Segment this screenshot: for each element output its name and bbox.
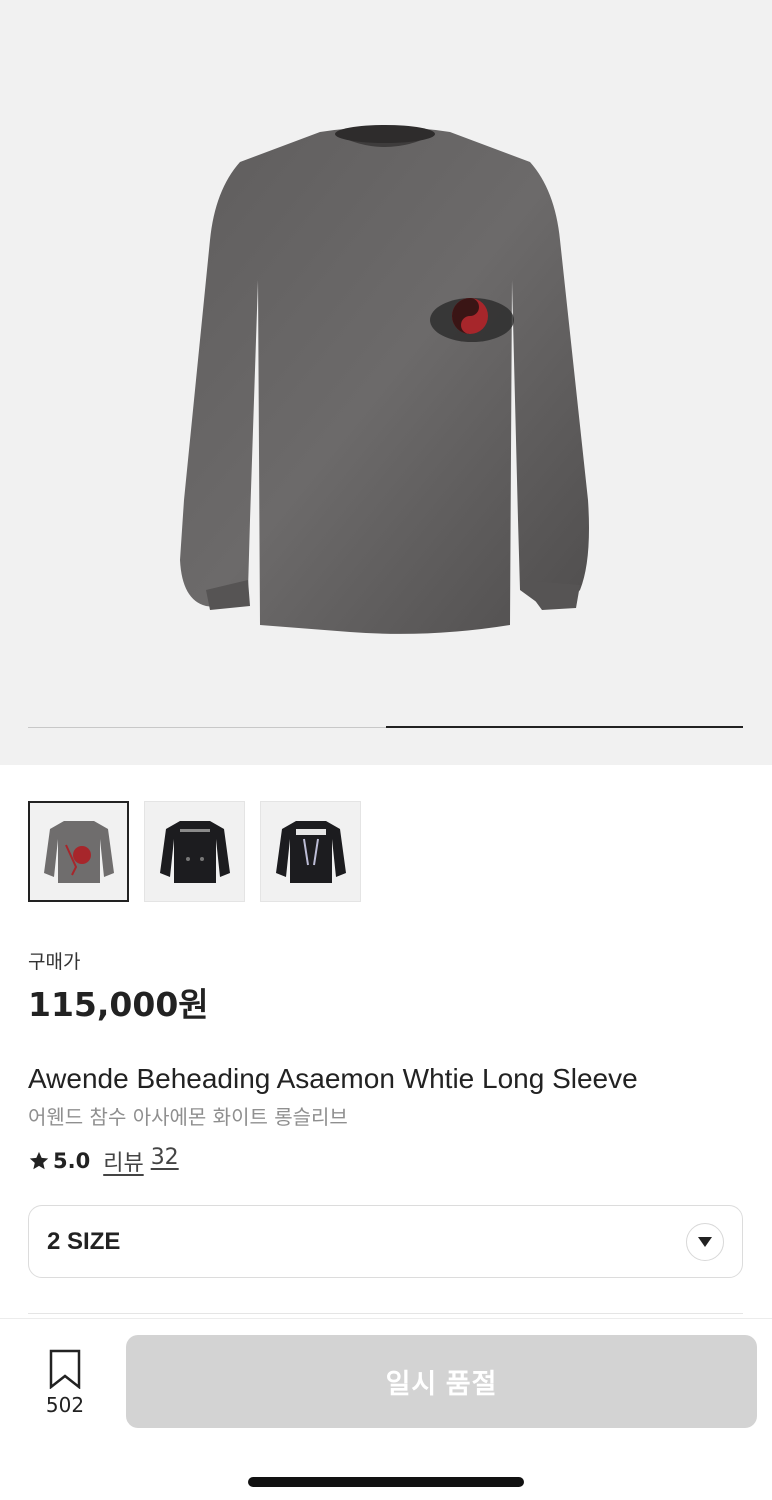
home-indicator: [248, 1477, 524, 1487]
product-image-gallery[interactable]: [0, 0, 772, 765]
shirt-thumbnail-image: [275, 820, 346, 883]
wishlist-count: 502: [45, 1393, 85, 1417]
price-label: 구매가: [28, 951, 81, 973]
shirt-thumbnail-image: [159, 820, 230, 883]
bookmark-icon: [49, 1349, 81, 1389]
gallery-progress-indicator: [386, 726, 743, 728]
star-icon: [29, 1151, 49, 1170]
chevron-down-icon: [686, 1222, 724, 1261]
size-select-value: 2 SIZE: [47, 1227, 121, 1255]
shirt-thumbnail-image: [43, 820, 114, 883]
thumbnail-back-black-1[interactable]: [144, 801, 245, 902]
wishlist-button[interactable]: 502: [40, 1349, 90, 1417]
rating-row: 5.0 리뷰 32: [28, 1145, 179, 1177]
rating-value: 5.0: [53, 1149, 91, 1173]
thumbnail-back-black-2[interactable]: [260, 801, 361, 902]
review-link[interactable]: 리뷰 32: [103, 1145, 178, 1177]
review-count: 32: [150, 1145, 179, 1170]
thumbnail-front-gray[interactable]: [28, 801, 129, 902]
divider: [28, 1313, 743, 1314]
product-title-ko: 어웬드 참수 아사에몬 화이트 롱슬리브: [28, 1105, 348, 1129]
product-price: 115,000원: [28, 985, 209, 1024]
size-select[interactable]: 2 SIZE: [28, 1205, 743, 1278]
sold-out-button[interactable]: 일시 품절: [126, 1335, 757, 1428]
bottom-action-bar: 502 일시 품절: [0, 1318, 772, 1500]
product-image: [180, 125, 589, 634]
review-label: 리뷰: [103, 1151, 144, 1176]
product-title-en: Awende Beheading Asaemon Whtie Long Slee…: [28, 1063, 638, 1094]
thumbnail-list: [28, 801, 361, 902]
